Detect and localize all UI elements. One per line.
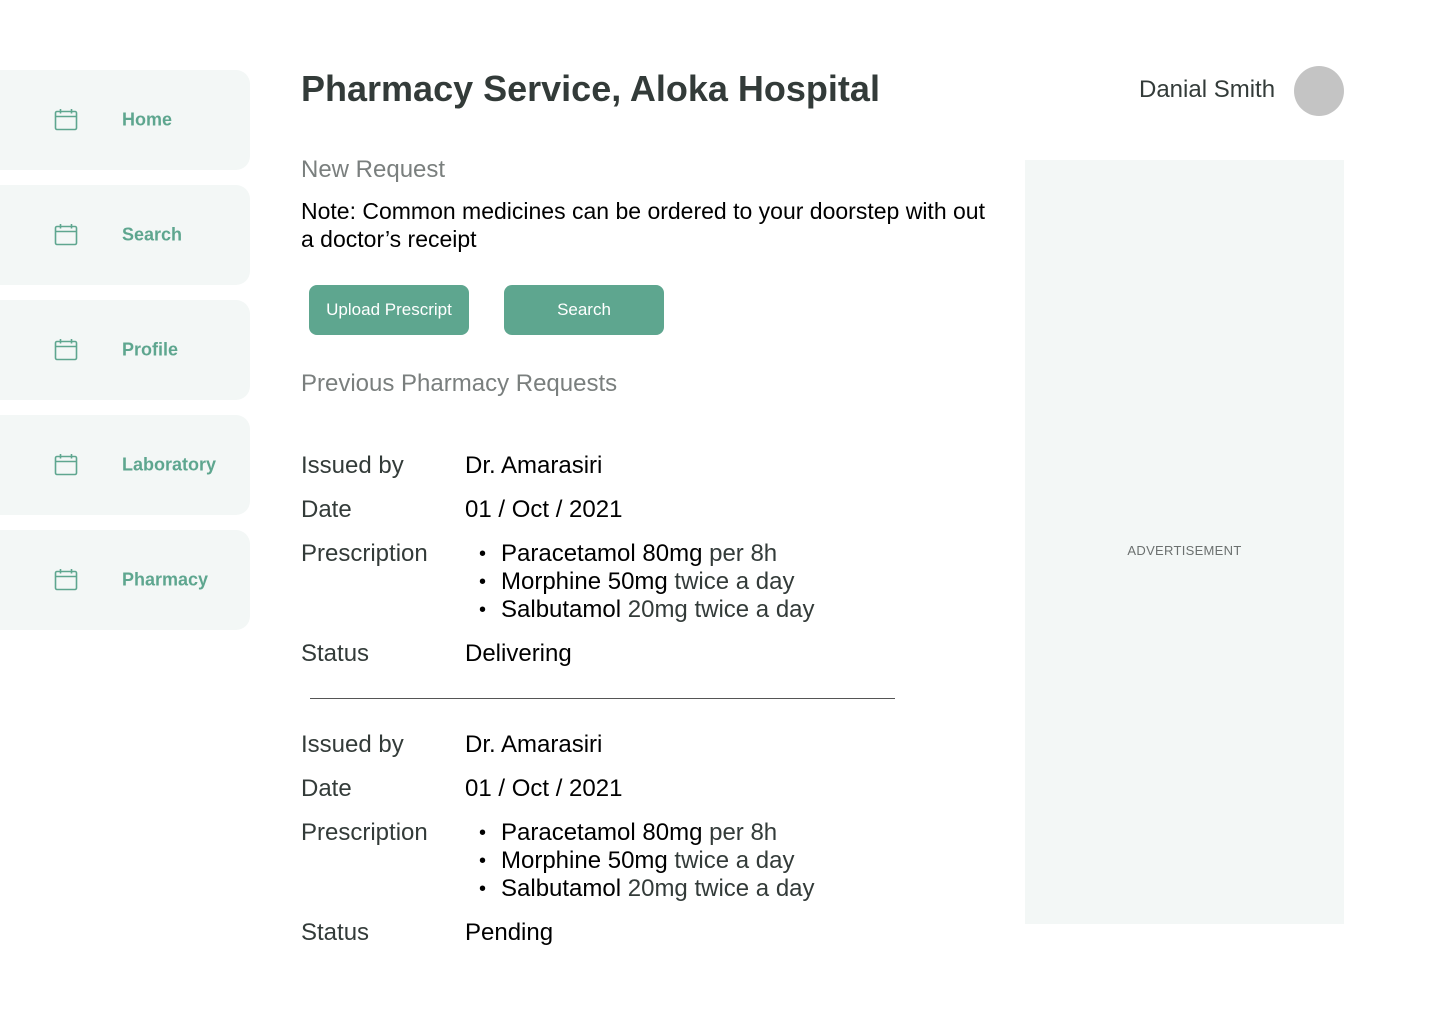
date-label: Date: [301, 496, 352, 523]
prescription-item: • Paracetamol 80mg per 8h: [479, 819, 815, 847]
bullet: •: [479, 878, 487, 900]
sidebar-item-profile[interactable]: Profile: [0, 300, 250, 400]
bullet: •: [479, 571, 487, 593]
issued-by-value: Dr. Amarasiri: [465, 731, 603, 758]
hospital-name: Aloka Hospital: [629, 68, 880, 109]
sidebar-item-label: Laboratory: [122, 454, 217, 475]
new-request-heading: New Request: [301, 156, 446, 183]
calendar-icon: [54, 454, 78, 476]
calendar-icon: [54, 339, 78, 361]
sidebar-item-pharmacy[interactable]: Pharmacy: [0, 530, 250, 630]
medicine-name: Paracetamol 80mg: [501, 540, 703, 567]
avatar[interactable]: [1294, 66, 1344, 116]
request-divider: [310, 698, 895, 699]
previous-requests-heading: Previous Pharmacy Requests: [301, 370, 618, 397]
status-value: Delivering: [465, 640, 572, 667]
date-value: 01 / Oct / 2021: [465, 775, 623, 802]
prescription-item: • Salbutamol 20mg twice a day: [479, 875, 815, 903]
bullet: •: [479, 822, 487, 844]
sidebar: Home Search Profile Laboratory Pharmacy: [0, 70, 250, 645]
sidebar-item-laboratory[interactable]: Laboratory: [0, 415, 250, 515]
status-value: Pending: [465, 919, 554, 946]
advertisement-label: ADVERTISEMENT: [1127, 543, 1242, 558]
user-name[interactable]: Danial Smith: [1139, 76, 1275, 104]
issued-by-label: Issued by: [301, 452, 404, 479]
date-value: 01 / Oct / 2021: [465, 496, 623, 523]
prescription-list: • Paracetamol 80mg per 8h • Morphine 50mg …: [479, 540, 815, 624]
status-label: Status: [301, 640, 370, 667]
date-label: Date: [301, 775, 352, 802]
bullet: •: [479, 543, 487, 565]
calendar-icon: [54, 109, 78, 131]
issued-by-value: Dr. Amarasiri: [465, 452, 603, 479]
sidebar-item-search[interactable]: Search: [0, 185, 250, 285]
prescription-item: • Morphine 50mg twice a day: [479, 847, 815, 875]
bullet: •: [479, 599, 487, 621]
prescription-item: • Paracetamol 80mg per 8h: [479, 540, 815, 568]
medicine-name: Morphine 50mg: [501, 568, 668, 595]
upload-prescription-button[interactable]: Upload Prescript: [309, 285, 469, 335]
medicine-dose: twice a day: [667, 847, 795, 874]
sidebar-item-label: Pharmacy: [122, 569, 209, 590]
medicine-name: Salbutamol: [501, 875, 622, 902]
note-text: Note: Common medicines can be ordered to…: [301, 198, 985, 252]
sidebar-item-label: Home: [122, 109, 173, 130]
page-title-prefix: Pharmacy Service,: [301, 68, 630, 109]
medicine-dose: 20mg twice a day: [621, 596, 815, 623]
prescription-label: Prescription: [301, 819, 428, 846]
calendar-icon: [54, 224, 78, 246]
issued-by-label: Issued by: [301, 731, 404, 758]
page-title: Pharmacy Service, Aloka Hospital: [301, 68, 880, 110]
sidebar-item-home[interactable]: Home: [0, 70, 250, 170]
sidebar-item-label: Search: [122, 224, 183, 245]
status-label: Status: [301, 919, 370, 946]
search-button[interactable]: Search: [504, 285, 664, 335]
prescription-item: • Salbutamol 20mg twice a day: [479, 596, 815, 624]
medicine-dose: 20mg twice a day: [621, 875, 815, 902]
medicine-name: Morphine 50mg: [501, 847, 668, 874]
medicine-dose: per 8h: [702, 819, 778, 846]
advertisement-panel[interactable]: ADVERTISEMENT: [1025, 160, 1344, 924]
medicine-dose: per 8h: [702, 540, 778, 567]
prescription-label: Prescription: [301, 540, 428, 567]
prescription-item: • Morphine 50mg twice a day: [479, 568, 815, 596]
medicine-dose: twice a day: [667, 568, 795, 595]
medicine-name: Paracetamol 80mg: [501, 819, 703, 846]
prescription-list: • Paracetamol 80mg per 8h • Morphine 50mg …: [479, 819, 815, 903]
sidebar-item-label: Profile: [122, 339, 179, 360]
medicine-name: Salbutamol: [501, 596, 622, 623]
bullet: •: [479, 850, 487, 872]
calendar-icon: [54, 569, 78, 591]
